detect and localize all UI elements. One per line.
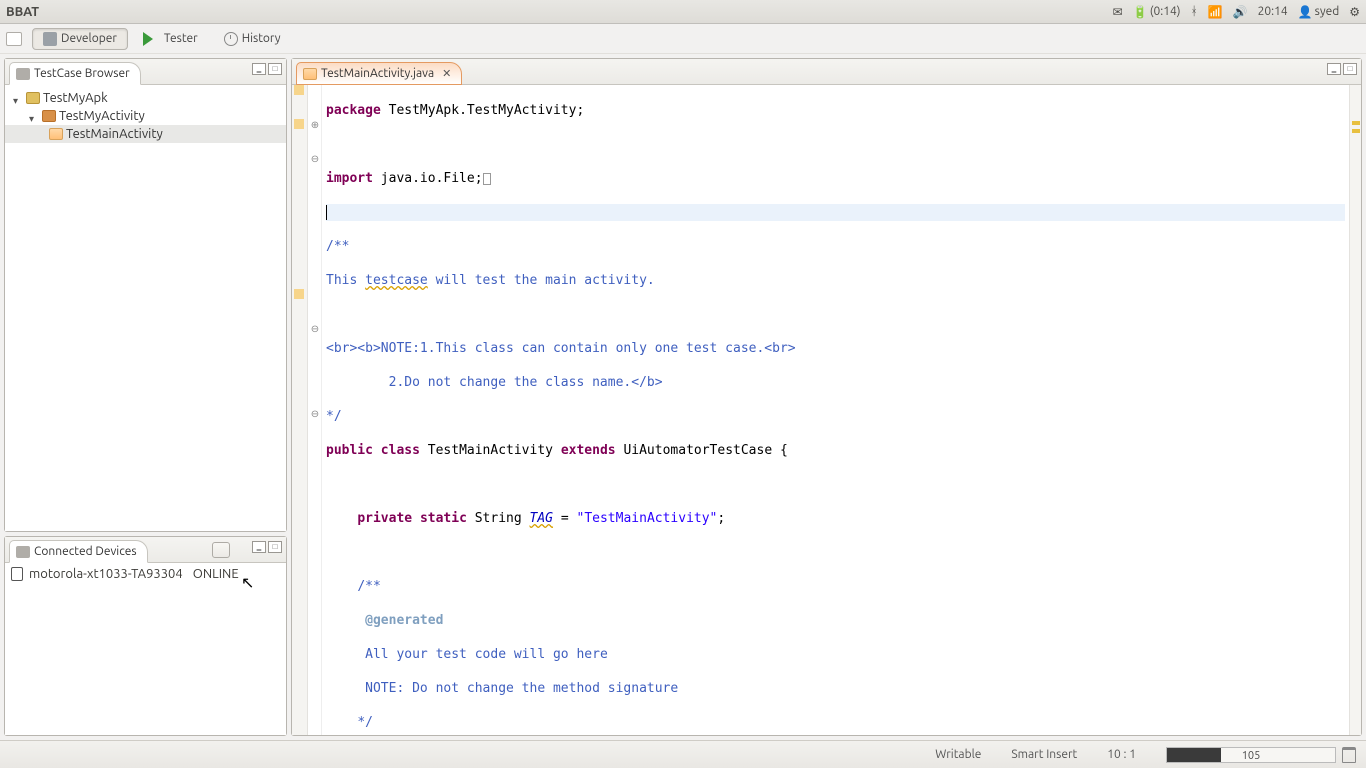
history-icon bbox=[224, 32, 238, 46]
perspective-toolbar: Developer Tester History bbox=[0, 24, 1366, 54]
app-title: BBAT bbox=[6, 5, 39, 19]
minimize-view-button[interactable]: ‗ bbox=[252, 541, 266, 553]
status-writable: Writable bbox=[935, 748, 981, 761]
progress-area: 105 bbox=[1166, 747, 1356, 763]
left-column: TestCase Browser ‗ □ TestMyApk bbox=[4, 58, 287, 736]
device-name: motorola-xt1033-TA93304 bbox=[29, 567, 183, 581]
java-file-icon bbox=[49, 128, 63, 140]
status-bar: Writable Smart Insert 10 : 1 105 bbox=[0, 740, 1366, 768]
volume-icon[interactable]: 🔊 bbox=[1233, 5, 1248, 19]
browser-icon bbox=[16, 68, 30, 80]
perspective-tester[interactable]: Tester bbox=[132, 28, 209, 50]
java-file-icon bbox=[303, 68, 317, 80]
fold-gutter[interactable]: ⊕ ⊖ ⊖ ⊖ bbox=[308, 85, 322, 735]
tree-file-testmainactivity[interactable]: TestMainActivity bbox=[5, 125, 286, 143]
tree-project[interactable]: TestMyApk bbox=[5, 89, 286, 107]
bluetooth-icon[interactable]: ᚼ bbox=[1191, 5, 1198, 18]
phone-icon bbox=[11, 567, 23, 581]
perspective-history[interactable]: History bbox=[213, 28, 292, 50]
mail-icon[interactable]: ✉ bbox=[1113, 5, 1123, 19]
battery-indicator[interactable]: 🔋(0:14) bbox=[1133, 5, 1181, 19]
status-cursor-position: 10 : 1 bbox=[1107, 748, 1136, 761]
editor-body: ⊕ ⊖ ⊖ ⊖ package TestMyApk.TestMyActivity… bbox=[292, 85, 1361, 735]
collapse-fold-icon[interactable]: ⊖ bbox=[310, 324, 320, 334]
cancel-progress-icon[interactable] bbox=[1342, 747, 1356, 763]
maximize-editor-button[interactable]: □ bbox=[1343, 63, 1357, 75]
tab-testcase-browser[interactable]: TestCase Browser bbox=[9, 62, 141, 85]
chevron-down-icon[interactable] bbox=[29, 111, 39, 121]
folded-imports-indicator[interactable] bbox=[483, 173, 491, 185]
workbench: TestCase Browser ‗ □ TestMyApk bbox=[0, 54, 1366, 740]
collapse-fold-icon[interactable]: ⊖ bbox=[310, 409, 320, 419]
view-connected-devices: Connected Devices ‗ □ motorola-xt1033-TA… bbox=[4, 536, 287, 736]
project-icon bbox=[26, 92, 40, 104]
warning-marker[interactable] bbox=[294, 85, 304, 95]
progress-bar[interactable]: 105 bbox=[1166, 747, 1336, 763]
devices-body[interactable]: motorola-xt1033-TA93304 ONLINE bbox=[5, 563, 286, 735]
maximize-view-button[interactable]: □ bbox=[268, 541, 282, 553]
close-tab-icon[interactable]: ✕ bbox=[442, 67, 451, 80]
user-menu[interactable]: 👤 syed bbox=[1298, 5, 1340, 19]
warning-marker[interactable] bbox=[1352, 129, 1360, 133]
system-tray: ✉ 🔋(0:14) ᚼ 📶 🔊 20:14 👤 syed ⚙ bbox=[1113, 5, 1360, 19]
devices-icon bbox=[16, 546, 30, 558]
warning-marker[interactable] bbox=[294, 119, 304, 129]
code-editor[interactable]: package TestMyApk.TestMyActivity; import… bbox=[322, 85, 1349, 735]
tab-testmainactivity-java[interactable]: TestMainActivity.java ✕ bbox=[296, 62, 462, 85]
text-caret bbox=[326, 205, 327, 220]
devices-tabstrip: Connected Devices ‗ □ bbox=[5, 537, 286, 563]
overview-ruler[interactable] bbox=[1349, 85, 1361, 735]
progress-text: 105 bbox=[1167, 748, 1335, 762]
browser-tabstrip: TestCase Browser ‗ □ bbox=[5, 59, 286, 85]
developer-icon bbox=[43, 32, 57, 46]
browser-body[interactable]: TestMyApk TestMyActivity TestMainActivit… bbox=[5, 85, 286, 531]
minimize-editor-button[interactable]: ‗ bbox=[1327, 63, 1341, 75]
status-insert-mode: Smart Insert bbox=[1011, 748, 1077, 761]
view-testcase-browser: TestCase Browser ‗ □ TestMyApk bbox=[4, 58, 287, 532]
tree-package[interactable]: TestMyActivity bbox=[5, 107, 286, 125]
editor-column: TestMainActivity.java ✕ ‗ □ ⊕ ⊖ ⊖ bbox=[291, 58, 1362, 736]
package-icon bbox=[42, 110, 56, 122]
collapse-fold-icon[interactable]: ⊖ bbox=[310, 154, 320, 164]
clock[interactable]: 20:14 bbox=[1258, 5, 1288, 18]
warning-marker[interactable] bbox=[294, 289, 304, 299]
editor-tabstrip: TestMainActivity.java ✕ ‗ □ bbox=[292, 59, 1361, 85]
warning-marker[interactable] bbox=[1352, 121, 1360, 125]
device-row[interactable]: motorola-xt1033-TA93304 ONLINE bbox=[11, 567, 280, 581]
network-icon[interactable]: 📶 bbox=[1208, 5, 1223, 19]
testcase-tree[interactable]: TestMyApk TestMyActivity TestMainActivit… bbox=[5, 85, 286, 147]
chevron-down-icon[interactable] bbox=[13, 93, 23, 103]
settings-gear-icon[interactable]: ⚙ bbox=[1349, 5, 1360, 19]
open-perspective-button[interactable] bbox=[6, 32, 22, 46]
refresh-devices-button[interactable] bbox=[212, 542, 230, 558]
marker-gutter[interactable] bbox=[292, 85, 308, 735]
view-editor: TestMainActivity.java ✕ ‗ □ ⊕ ⊖ ⊖ bbox=[291, 58, 1362, 736]
tester-icon bbox=[143, 32, 160, 46]
minimize-view-button[interactable]: ‗ bbox=[252, 63, 266, 75]
expand-fold-icon[interactable]: ⊕ bbox=[310, 120, 320, 130]
device-status: ONLINE bbox=[193, 567, 239, 581]
maximize-view-button[interactable]: □ bbox=[268, 63, 282, 75]
tab-connected-devices[interactable]: Connected Devices bbox=[9, 540, 148, 563]
system-menubar: BBAT ✉ 🔋(0:14) ᚼ 📶 🔊 20:14 👤 syed ⚙ bbox=[0, 0, 1366, 24]
perspective-developer[interactable]: Developer bbox=[32, 28, 128, 50]
